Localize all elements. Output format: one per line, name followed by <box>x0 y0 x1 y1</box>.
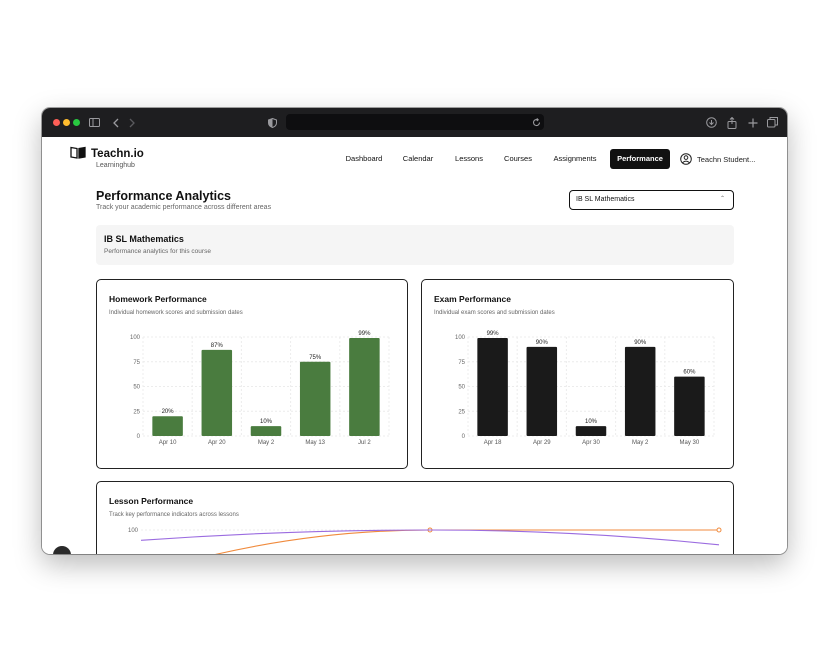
select-chevron-icon: ⌃ <box>719 196 725 202</box>
exam-x-tick-label: May 30 <box>680 440 700 446</box>
lesson-y-tick-label: 100 <box>128 528 139 534</box>
homework-data-label: 75% <box>309 355 322 361</box>
homework-y-tick-label: 50 <box>133 385 140 391</box>
nav-performance[interactable]: Performance <box>610 149 670 169</box>
homework-y-tick-label: 75 <box>133 360 140 366</box>
minimize-window-button[interactable] <box>63 119 70 126</box>
exam-data-label: 10% <box>585 419 598 425</box>
homework-bar <box>299 361 331 436</box>
forward-icon[interactable] <box>129 115 135 130</box>
browser-window: Teachn.io Learninghub Dashboard Calendar… <box>42 108 787 554</box>
user-name: Teachn Student... <box>697 154 756 164</box>
homework-bar <box>201 349 233 436</box>
sidebar-toggle-icon[interactable] <box>89 115 100 130</box>
homework-x-tick-label: Apr 10 <box>159 440 177 446</box>
homework-y-tick-label: 25 <box>133 409 140 415</box>
homework-y-tick-label: 0 <box>137 434 141 440</box>
tab-overview-icon[interactable] <box>767 115 778 130</box>
exam-data-label: 90% <box>536 340 549 346</box>
homework-data-label: 10% <box>260 419 273 425</box>
homework-x-tick-label: May 2 <box>258 440 275 446</box>
exam-y-tick-label: 75 <box>458 360 465 366</box>
user-avatar-icon <box>680 153 692 165</box>
page-title: Performance Analytics <box>96 189 232 203</box>
user-menu[interactable]: Teachn Student... <box>680 149 755 169</box>
course-summary: IB SL Mathematics Performance analytics … <box>96 225 734 265</box>
homework-bar <box>349 337 380 436</box>
course-summary-title: IB SL Mathematics <box>104 234 184 244</box>
homework-performance-card: Homework Performance Individual homework… <box>96 279 408 469</box>
homework-bar <box>250 426 282 436</box>
close-window-button[interactable] <box>53 119 60 126</box>
download-icon[interactable] <box>706 115 717 130</box>
exam-bar <box>674 376 705 436</box>
nav-dashboard[interactable]: Dashboard <box>341 149 387 169</box>
homework-x-tick-label: May 13 <box>305 440 325 446</box>
page: Teachn.io Learninghub Dashboard Calendar… <box>42 137 787 554</box>
exam-x-tick-label: Apr 29 <box>533 440 551 446</box>
nav-lessons[interactable]: Lessons <box>450 149 488 169</box>
help-button[interactable] <box>53 546 71 554</box>
exam-y-tick-label: 25 <box>458 409 465 415</box>
homework-bar <box>152 416 183 436</box>
lesson-line-chart: 100 <box>128 527 722 554</box>
course-select-value: IB SL Mathematics <box>576 196 635 203</box>
nav-courses[interactable]: Courses <box>498 149 538 169</box>
nav-calendar[interactable]: Calendar <box>398 149 438 169</box>
exam-y-tick-label: 50 <box>458 385 465 391</box>
exam-bar <box>575 426 607 436</box>
lesson-performance-card: Lesson Performance Track key performance… <box>96 481 734 554</box>
exam-x-tick-label: May 2 <box>632 440 649 446</box>
exam-y-tick-label: 0 <box>462 434 466 440</box>
exam-data-label: 90% <box>634 340 647 346</box>
reload-icon[interactable] <box>532 115 541 130</box>
homework-x-tick-label: Jul 2 <box>358 440 371 446</box>
new-tab-icon[interactable] <box>748 115 758 130</box>
lesson-series-line <box>215 529 719 554</box>
book-logo-icon <box>70 146 86 164</box>
lesson-point <box>716 527 722 533</box>
exam-bar <box>526 346 558 436</box>
exam-bar <box>477 337 508 436</box>
exam-performance-card: Exam Performance Individual exam scores … <box>421 279 734 469</box>
exam-bar <box>624 346 656 436</box>
exam-x-tick-label: Apr 18 <box>484 440 502 446</box>
browser-titlebar <box>42 108 787 137</box>
shield-icon[interactable] <box>268 115 277 130</box>
course-select[interactable]: IB SL Mathematics ⌃ <box>569 190 734 210</box>
course-summary-subtitle: Performance analytics for this course <box>104 248 211 255</box>
homework-data-label: 87% <box>211 343 224 349</box>
homework-x-tick-label: Apr 20 <box>208 440 226 446</box>
back-icon[interactable] <box>113 115 119 130</box>
nav-assignments[interactable]: Assignments <box>547 149 603 169</box>
share-icon[interactable] <box>727 115 737 130</box>
exam-data-label: 99% <box>487 331 500 337</box>
exam-bar-chart: 0 25 50 75 100 99% Apr 18 90% Apr 29 10% Apr 30 90%… <box>455 331 715 446</box>
brand-name[interactable]: Teachn.io <box>91 148 144 160</box>
exam-y-tick-label: 100 <box>455 335 466 341</box>
homework-bar-chart: 0 25 50 75 100 20% Apr 10 87% Apr 20 10% May 2 75% M… <box>130 331 390 446</box>
zoom-window-button[interactable] <box>73 119 80 126</box>
exam-x-tick-label: Apr 30 <box>582 440 600 446</box>
homework-y-tick-label: 100 <box>130 335 141 341</box>
exam-data-label: 60% <box>683 370 696 376</box>
page-subtitle: Track your academic performance across d… <box>96 204 272 211</box>
address-bar[interactable] <box>286 114 544 130</box>
homework-data-label: 20% <box>162 409 175 415</box>
homework-data-label: 99% <box>358 331 371 337</box>
brand-subtitle: Learninghub <box>96 162 135 169</box>
